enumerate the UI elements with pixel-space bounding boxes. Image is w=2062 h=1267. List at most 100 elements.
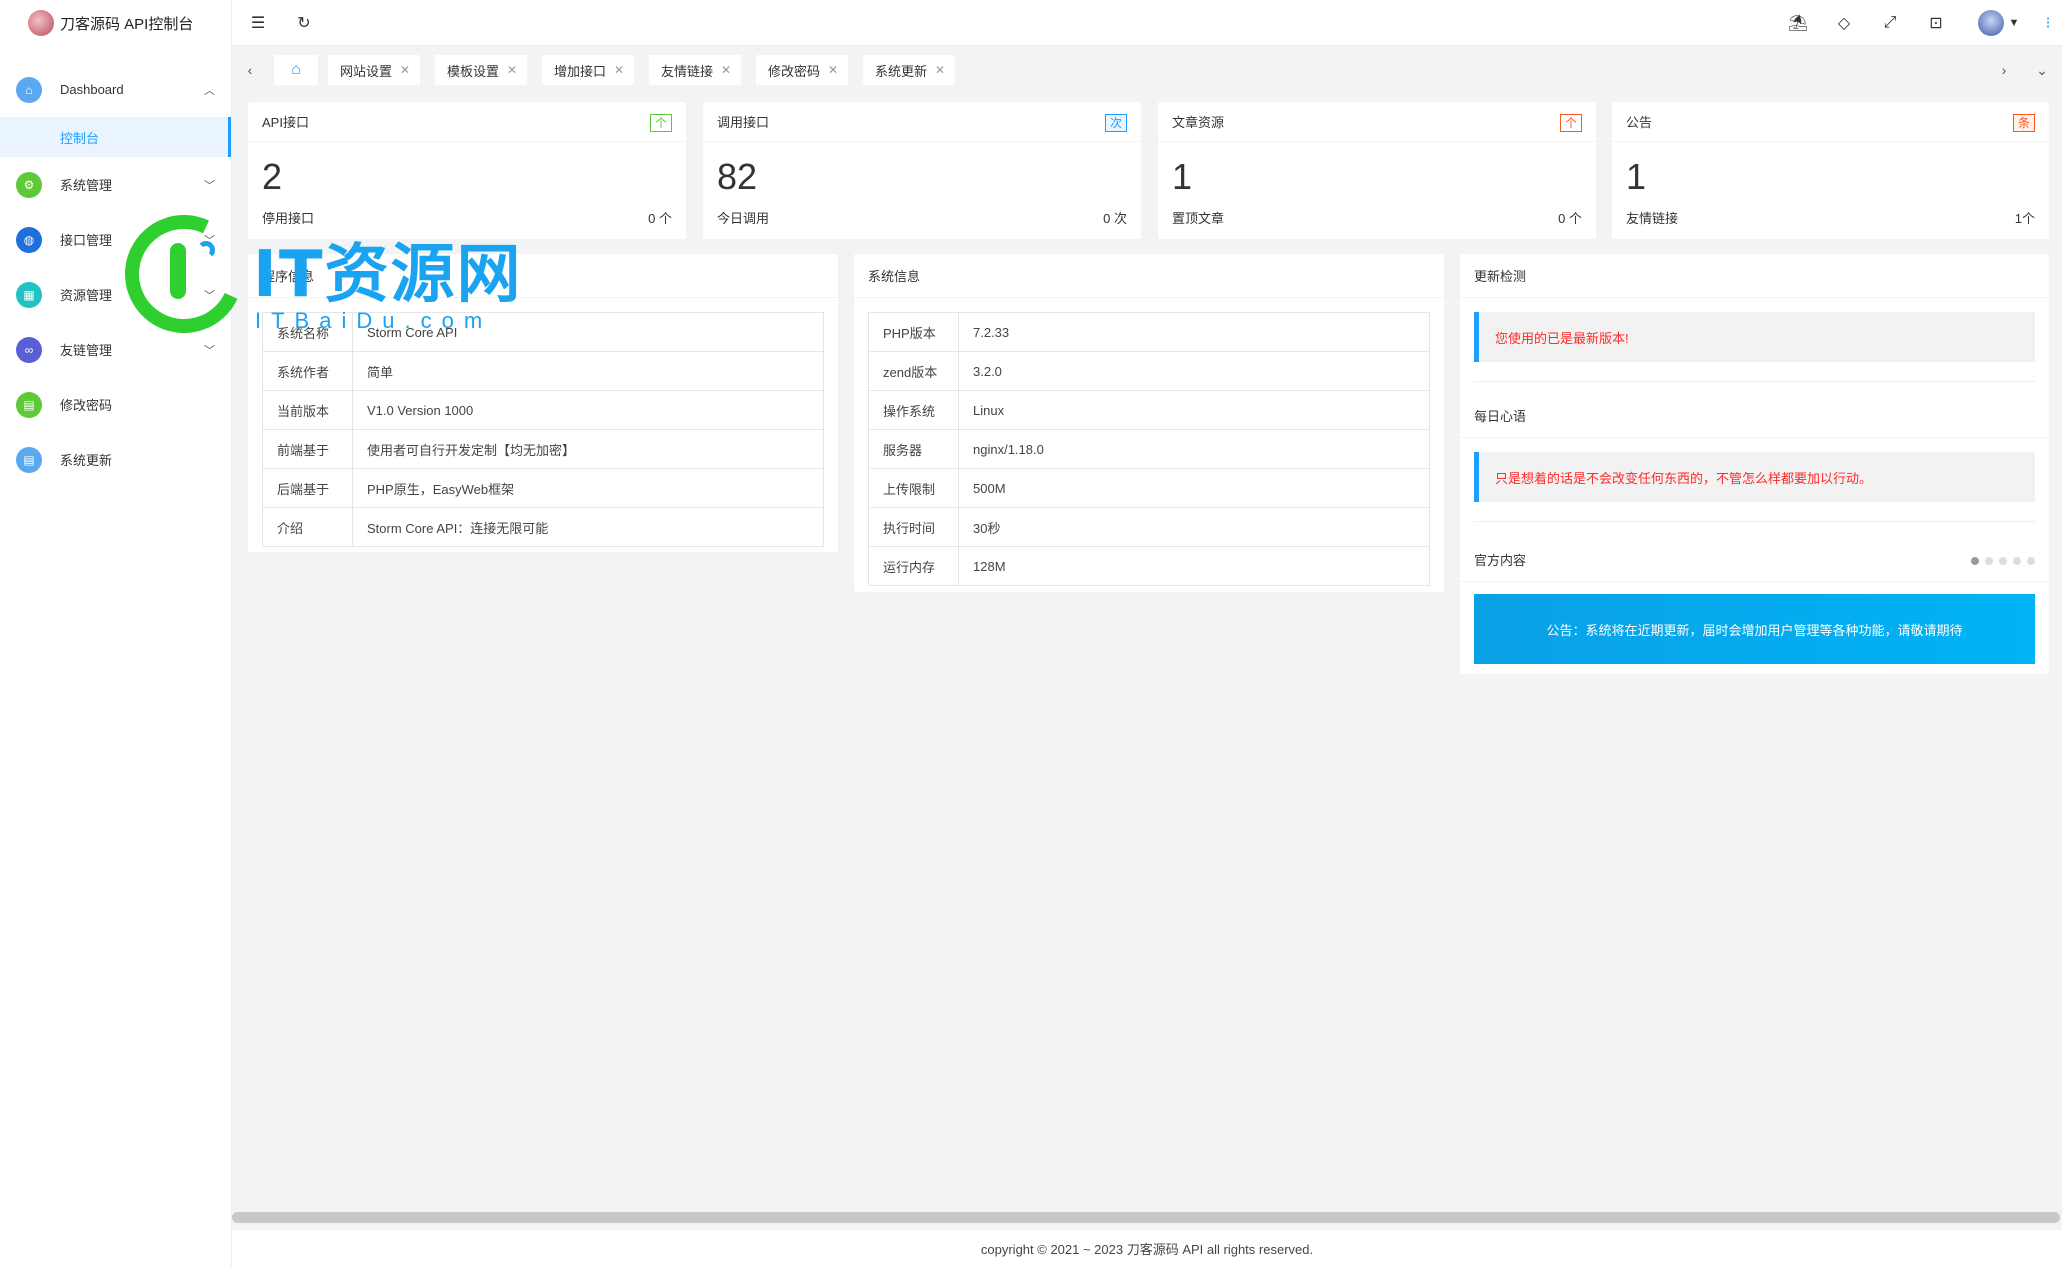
sidebar-item-label: 系统管理 [60,178,113,193]
copyright-text: copyright © 2021 ~ 2023 刀客源码 API all rig… [980,1242,1314,1257]
app-logo[interactable]: 刀客源码 API控制台 [0,0,231,46]
gear-icon: ⚙ [16,171,42,198]
close-icon[interactable]: ✕ [935,63,945,77]
horizontal-scrollbar[interactable] [232,1212,2060,1223]
status-badge: 条 [2012,114,2035,132]
sidebar-item-dashboard[interactable]: ⌂ Dashboard ︿ [0,62,231,117]
table-value: PHP原生，EasyWeb框架 [352,468,824,508]
carousel-indicators[interactable] [1971,557,2035,565]
sidebar-item-console[interactable]: 控制台 [0,117,231,157]
home-icon: ⌂ [291,61,301,78]
update-icon: ▤ [16,446,42,473]
table-value: 简单 [352,351,824,391]
sidebar-item-update[interactable]: ▤ 系统更新 [0,432,231,487]
sidebar: 刀客源码 API控制台 ⌂ Dashboard ︿ 控制台 ⚙ 系统管理 ﹀ ◍… [0,0,232,1267]
fullscreen-icon[interactable]: ⤢ [1880,13,1900,33]
table-value: 30秒 [958,507,1430,547]
close-icon[interactable]: ✕ [614,63,624,77]
stat-card-calls: 调用接口 次 82 今日调用 0 次 [703,102,1141,239]
table-row: 上传限制 500M [868,468,1430,508]
table-value: 使用者可自行开发定制【均无加密】 [352,429,824,469]
stat-value: 1 [1626,156,1647,197]
tab-add-api[interactable]: 增加接口 ✕ [542,55,635,85]
tag-icon[interactable]: ◇ [1834,13,1854,33]
tab-friend-links[interactable]: 友情链接 ✕ [649,55,742,85]
table-key: PHP版本 [868,312,959,352]
tab-system-update[interactable]: 系统更新 ✕ [863,55,956,85]
section-title: 更新检测 [1460,254,2049,298]
stat-card-notices: 公告 条 1 友情链接 1个 [1612,102,2049,239]
table-value: 3.2.0 [958,351,1430,391]
table-key: 后端基于 [262,468,353,508]
section-title: 官方内容 [1474,553,1527,568]
table-key: 上传限制 [868,468,959,508]
announcement-banner[interactable]: 公告：系统将在近期更新，届时会增加用户管理等各种功能，请敬请期待 [1474,594,2035,664]
home-icon: ⌂ [16,76,42,103]
table-row: 后端基于 PHP原生，EasyWeb框架 [262,468,824,508]
table-key: 服务器 [868,429,959,469]
stat-foot-value: 0 个 [1558,211,1582,226]
stat-title: 公告 [1626,115,1653,130]
lock-screen-icon[interactable]: ⊡ [1926,13,1946,33]
stat-value: 2 [262,156,283,197]
chevron-right-icon[interactable]: › [1994,60,2014,80]
update-notice: 您使用的已是最新版本! [1474,312,2035,362]
menu-collapse-icon[interactable]: ☰ [248,13,268,33]
link-icon: ∞ [16,336,42,363]
tab-home[interactable]: ⌂ [274,55,318,85]
tab-change-password[interactable]: 修改密码 ✕ [756,55,849,85]
stat-foot-label: 友情链接 [1626,211,1679,226]
close-icon[interactable]: ✕ [721,63,731,77]
program-info-table: 系统名称 Storm Core API 系统作者 简单 当前版本 V1.0 Versi… [262,312,824,547]
table-row: 系统作者 简单 [262,351,824,391]
sidebar-item-system[interactable]: ⚙ 系统管理 ﹀ [0,157,231,212]
globe-icon: ◍ [16,226,42,253]
carousel-dot[interactable] [2027,557,2035,565]
tab-website-settings[interactable]: 网站设置 ✕ [328,55,421,85]
tab-label: 修改密码 [768,63,821,79]
more-icon[interactable]: ⁝ [2038,13,2058,33]
carousel-dot[interactable] [2013,557,2021,565]
avatar[interactable] [1978,10,2004,36]
top-header: ☰ ↻ ⛱ ◇ ⤢ ⊡ ▼ ⁝ [232,0,2062,46]
carousel-dot[interactable] [1971,557,1979,565]
chevron-down-icon[interactable]: ⌄ [2032,60,2052,80]
section-title: 每日心语 [1460,394,2049,438]
stat-title: 文章资源 [1172,115,1225,130]
tab-label: 模板设置 [447,63,500,79]
carousel-dot[interactable] [1985,557,1993,565]
close-icon[interactable]: ✕ [400,63,410,77]
table-key: 执行时间 [868,507,959,547]
stat-value: 82 [717,156,758,197]
watermark-logo: IT资源网 ITBaiDu.com [108,198,565,350]
caret-down-icon[interactable]: ▼ [2004,13,2024,33]
table-row: PHP版本 7.2.33 [868,312,1430,352]
table-row: 操作系统 Linux [868,390,1430,430]
sidebar-item-password[interactable]: ▤ 修改密码 [0,377,231,432]
table-key: 运行内存 [868,546,959,586]
carousel-dot[interactable] [1999,557,2007,565]
tab-label: 系统更新 [875,63,928,79]
table-key: 介绍 [262,507,353,547]
stat-foot-value: 0 次 [1103,211,1127,226]
table-value: nginx/1.18.0 [958,429,1430,469]
sidebar-item-label: 资源管理 [60,288,113,303]
tab-template-settings[interactable]: 模板设置 ✕ [435,55,528,85]
table-row: zend版本 3.2.0 [868,351,1430,391]
close-icon[interactable]: ✕ [828,63,838,77]
table-row: 当前版本 V1.0 Version 1000 [262,390,824,430]
stat-foot-value: 0 个 [648,211,672,226]
table-row: 介绍 Storm Core API：连接无限可能 [262,507,824,547]
refresh-icon[interactable]: ↻ [294,13,314,33]
stat-foot-label: 今日调用 [717,211,770,226]
tab-label: 网站设置 [340,63,393,79]
table-row: 执行时间 30秒 [868,507,1430,547]
grid-icon: ▦ [16,281,42,308]
footer: copyright © 2021 ~ 2023 刀客源码 API all rig… [232,1230,2062,1267]
table-key: 系统作者 [262,351,353,391]
theme-icon[interactable]: ⛱ [1788,13,1808,33]
table-key: 操作系统 [868,390,959,430]
table-value: V1.0 Version 1000 [352,390,824,430]
close-icon[interactable]: ✕ [507,63,517,77]
chevron-left-icon[interactable]: ‹ [240,60,260,80]
